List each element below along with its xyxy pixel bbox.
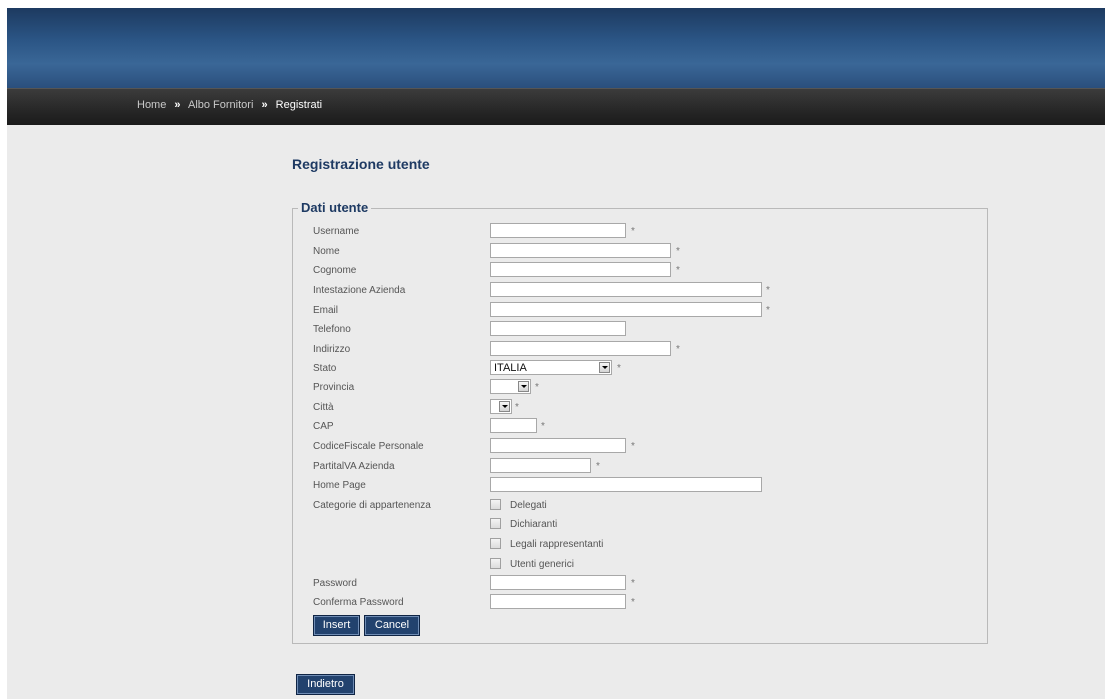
chevron-down-icon[interactable] <box>599 362 610 373</box>
partita-iva-input[interactable] <box>490 458 591 473</box>
required-marker: * <box>766 285 770 296</box>
checkbox-dichiaranti[interactable] <box>490 518 501 529</box>
checkbox-label-utenti-generici: Utenti generici <box>510 559 574 570</box>
breadcrumb-home-link[interactable]: Home <box>137 99 166 111</box>
password-input[interactable] <box>490 575 626 590</box>
required-marker: * <box>676 246 680 257</box>
required-marker: * <box>631 597 635 608</box>
username-label: Username <box>313 226 360 237</box>
chevron-down-icon[interactable] <box>499 401 510 412</box>
checkbox-delegati[interactable] <box>490 499 501 510</box>
required-marker: * <box>631 578 635 589</box>
email-label: Email <box>313 305 339 316</box>
cap-input[interactable] <box>490 418 537 433</box>
required-marker: * <box>515 402 519 413</box>
back-button[interactable]: Indietro <box>296 674 355 695</box>
checkbox-label-legali-rappresentanti: Legali rappresentanti <box>510 539 604 550</box>
conferma-password-input[interactable] <box>490 594 626 609</box>
required-marker: * <box>535 382 539 393</box>
cognome-label: Cognome <box>313 265 357 276</box>
citta-label: Città <box>313 402 334 413</box>
checkbox-legali-rappresentanti[interactable] <box>490 538 501 549</box>
checkbox-label-dichiaranti: Dichiaranti <box>510 519 558 530</box>
home-page-input[interactable] <box>490 477 762 492</box>
home-page-label: Home Page <box>313 480 366 491</box>
codice-fiscale-input[interactable] <box>490 438 626 453</box>
required-marker: * <box>596 461 600 472</box>
telefono-label: Telefono <box>313 324 351 335</box>
cognome-input[interactable] <box>490 262 671 277</box>
chevron-down-icon[interactable] <box>518 381 529 392</box>
intestazione-label: Intestazione Azienda <box>313 285 406 296</box>
nome-input[interactable] <box>490 243 671 258</box>
insert-button[interactable]: Insert <box>313 615 360 636</box>
username-input[interactable] <box>490 223 626 238</box>
stato-select[interactable]: ITALIA <box>490 360 612 375</box>
categorie-label: Categorie di appartenenza <box>313 500 431 511</box>
indirizzo-input[interactable] <box>490 341 671 356</box>
telefono-input[interactable] <box>490 321 626 336</box>
intestazione-input[interactable] <box>490 282 762 297</box>
breadcrumb-separator: » <box>174 99 181 111</box>
required-marker: * <box>541 421 545 432</box>
breadcrumb: Home » Albo Fornitori » Registrati <box>137 99 322 111</box>
required-marker: * <box>617 363 621 374</box>
provincia-select[interactable] <box>490 379 531 394</box>
stato-label: Stato <box>313 363 337 374</box>
breadcrumb-separator: » <box>261 99 268 111</box>
cancel-button[interactable]: Cancel <box>364 615 420 636</box>
checkbox-utenti-generici[interactable] <box>490 558 501 569</box>
codice-fiscale-label: CodiceFiscale Personale <box>313 441 424 452</box>
password-label: Password <box>313 578 357 589</box>
required-marker: * <box>631 226 635 237</box>
breadcrumb-current: Registrati <box>275 99 323 111</box>
citta-select[interactable] <box>490 399 512 414</box>
partita-iva-label: PartitalVA Azienda <box>313 461 395 472</box>
required-marker: * <box>766 305 770 316</box>
nome-label: Nome <box>313 246 340 257</box>
breadcrumb-albo-link[interactable]: Albo Fornitori <box>188 99 253 111</box>
email-input[interactable] <box>490 302 762 317</box>
checkbox-label-delegati: Delegati <box>510 500 547 511</box>
conferma-password-label: Conferma Password <box>313 597 404 608</box>
cap-label: CAP <box>313 421 334 432</box>
required-marker: * <box>676 265 680 276</box>
required-marker: * <box>631 441 635 452</box>
fieldset-legend: Dati utente <box>298 200 372 215</box>
indirizzo-label: Indirizzo <box>313 344 351 355</box>
provincia-label: Provincia <box>313 382 355 393</box>
stato-selected-value: ITALIA <box>494 362 527 374</box>
required-marker: * <box>676 344 680 355</box>
page-title: Registrazione utente <box>292 156 430 172</box>
header-banner <box>7 8 1105 88</box>
